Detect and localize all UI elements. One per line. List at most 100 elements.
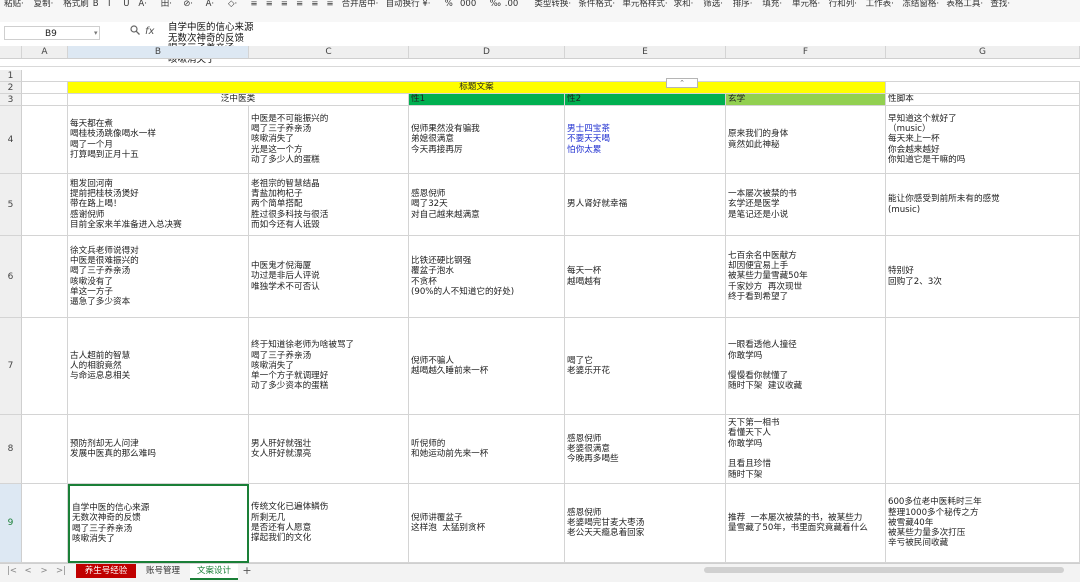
cell-b9-selected[interactable]: 自学中医的信心来源 无数次神奇的反馈 喝了三子养亲汤 咳嗽消失了 (68, 484, 249, 563)
toolbar-item[interactable]: ≡ (326, 0, 333, 11)
row-header[interactable]: 3 (0, 94, 22, 106)
cell-b6[interactable]: 徐文兵老师说得对 中医是很难振兴的 喝了三子养亲汤 咳嗽没有了 单这一方子 逼急… (68, 236, 249, 318)
category-fanzhongyi[interactable]: 泛中医类 (68, 94, 409, 106)
row-header[interactable]: 4 (0, 106, 22, 174)
cell-f8[interactable]: 天下第一相书 看懂天下人 你敢学吗 且看且珍惜 随时下架 (726, 415, 886, 484)
row-header[interactable]: 5 (0, 174, 22, 236)
cell-e8[interactable]: 感恩倪师 老婆很满意 今晚再多喝些 (565, 415, 726, 484)
cell-f9[interactable]: 推荐 一本屡次被禁的书，被某些力 量雪藏了50年，书里面究竟藏着什么 (726, 484, 886, 563)
toolbar-item[interactable]: 田· (161, 0, 172, 11)
cell-a8[interactable] (22, 415, 68, 484)
add-sheet-button[interactable]: + (240, 564, 254, 578)
column-header-g[interactable]: G (886, 46, 1080, 58)
column-header-c[interactable]: C (249, 46, 409, 58)
toolbar-item[interactable]: 单元格样式· (622, 0, 667, 11)
cell-f6[interactable]: 七百余名中医献方 却因便宜易上手 被某些力量雪藏50年 千家妙方 再次现世 终于… (726, 236, 886, 318)
cell-a2[interactable] (22, 82, 68, 94)
cell-e4[interactable]: 男士四宝茶 不要天天喝 怕你太累 (565, 106, 726, 174)
row-header[interactable]: 6 (0, 236, 22, 318)
cell-a9[interactable] (22, 484, 68, 563)
cell-c9[interactable]: 传统文化已遍体鳞伤 所剩无几 是否还有人愿意 撑起我们的文化 (249, 484, 409, 563)
cell-d7[interactable]: 倪师不骗人 越喝越久睡前来一杯 (409, 318, 565, 415)
toolbar-item[interactable]: B (93, 0, 99, 11)
select-all-corner[interactable] (0, 46, 22, 58)
toolbar-item[interactable]: 行和列· (829, 0, 857, 11)
cell-a6[interactable] (22, 236, 68, 318)
title-banner[interactable]: 标题文案 (68, 82, 886, 94)
toolbar-item[interactable]: 筛选· (703, 0, 723, 11)
category-xingjiaoben[interactable]: 性脚本 (886, 94, 1080, 106)
column-header-e[interactable]: E (565, 46, 726, 58)
toolbar-item[interactable]: ¥· (422, 0, 430, 11)
toolbar-item[interactable]: 自动换行 (386, 0, 420, 11)
toolbar-item[interactable]: ‰ (490, 0, 501, 11)
toolbar-item[interactable]: 表格工具· (946, 0, 983, 11)
toolbar-item[interactable]: 工作表· (866, 0, 894, 11)
cell-a3[interactable] (22, 94, 68, 106)
cell-b7[interactable]: 古人超前的智慧 人的相貌竟然 与命运息息相关 (68, 318, 249, 415)
magnifier-icon[interactable] (130, 25, 140, 38)
sheet-tab-wenan-active[interactable]: 文案设计 (190, 564, 238, 580)
cell-g4[interactable]: 早知道这个就好了 （music） 每天来上一杯 你会越来越好 你知道它是干嘛的吗 (886, 106, 1080, 174)
cell-f4[interactable]: 原来我们的身体 竟然如此神秘 (726, 106, 886, 174)
cell-c5[interactable]: 老祖宗的智慧结晶 青盐加枸杞子 两个简单搭配 胜过很多科技与很活 而如今还有人诋… (249, 174, 409, 236)
cell-e6[interactable]: 每天一杯 越喝越有 (565, 236, 726, 318)
cell-a5[interactable] (22, 174, 68, 236)
prev-sheet-icon[interactable]: < (22, 564, 34, 578)
toolbar-item[interactable]: 冻结窗格· (902, 0, 939, 11)
toolbar-item[interactable]: ≡ (296, 0, 303, 11)
last-sheet-icon[interactable]: >| (54, 564, 68, 578)
sheet-tab-yangsheng[interactable]: 养生号经验 (76, 564, 136, 578)
cell-f7[interactable]: 一眼看透他人撞径 你敢学吗 慢慢看你就懂了 随时下架 建议收藏 (726, 318, 886, 415)
cell-c4[interactable]: 中医是不可能振兴的 喝了三子养亲汤 咳嗽消失了 光是这一个方 动了多少人的蛋糕 (249, 106, 409, 174)
sheet-tab-zhanghao[interactable]: 账号管理 (138, 564, 188, 578)
toolbar-item[interactable]: A· (138, 0, 147, 11)
cell-g5[interactable]: 能让你感受到前所未有的感觉 (music) (886, 174, 1080, 236)
toolbar-item[interactable]: 求和· (674, 0, 694, 11)
next-sheet-icon[interactable]: > (38, 564, 50, 578)
cell-g2[interactable] (886, 82, 1080, 94)
cell-c6[interactable]: 中医鬼才倪海厦 功过是非后人评说 唯独学术不可否认 (249, 236, 409, 318)
toolbar-item[interactable]: ≡ (266, 0, 273, 11)
name-box-dropdown-icon[interactable]: ▾ (94, 29, 98, 37)
cell-g6[interactable]: 特别好 回购了2、3次 (886, 236, 1080, 318)
column-header-f[interactable]: F (726, 46, 886, 58)
fx-label[interactable]: fx (145, 26, 154, 37)
column-header-d[interactable]: D (409, 46, 565, 58)
row-header[interactable]: 2 (0, 82, 22, 94)
toolbar-item[interactable]: ⊘· (183, 0, 193, 11)
cell-a4[interactable] (22, 106, 68, 174)
toolbar-item[interactable]: 000 (460, 0, 476, 11)
toolbar-item[interactable]: 单元格· (792, 0, 820, 11)
cell-c7[interactable]: 终于知道徐老师为啥被骂了 喝了三子养亲汤 咳嗽消失了 单一个方子就调理好 动了多… (249, 318, 409, 415)
toolbar-item[interactable]: ≡ (250, 0, 257, 11)
cell-b5[interactable]: 粗发回河南 提前把桂枝汤煲好 带在路上喝！ 感谢倪师 目前全家来羊准备进入总决赛 (68, 174, 249, 236)
cell-g8[interactable] (886, 415, 1080, 484)
toolbar-item[interactable]: 查找· (990, 0, 1010, 11)
cell-e5[interactable]: 男人肾好就幸福 (565, 174, 726, 236)
toolbar-item[interactable]: I (108, 0, 111, 11)
cell-d6[interactable]: 比铁还硬比钢强 覆盆子泡水 不贪杯 (90%的人不知道它的好处) (409, 236, 565, 318)
cell-d5[interactable]: 感恩倪师 喝了32天 对自己越来越满意 (409, 174, 565, 236)
column-header-a[interactable]: A (22, 46, 68, 58)
toolbar-item[interactable]: U (123, 0, 129, 11)
cell-d8[interactable]: 听倪师的 和她运动前先来一杯 (409, 415, 565, 484)
cell-e9[interactable]: 感恩倪师 老婆喝完甘麦大枣汤 老公天天瘾息着回家 (565, 484, 726, 563)
horizontal-scrollbar[interactable] (704, 567, 1064, 573)
toolbar-item[interactable]: ≡ (281, 0, 288, 11)
column-header-b[interactable]: B (68, 46, 249, 58)
row-header[interactable]: 9 (0, 484, 22, 563)
toolbar-item[interactable]: 排序· (733, 0, 753, 11)
cell-g7[interactable] (886, 318, 1080, 415)
toolbar-item[interactable]: 格式刷 (63, 0, 89, 11)
row-header[interactable]: 1 (0, 70, 22, 82)
name-box[interactable]: B9 (4, 26, 100, 40)
cell-d4[interactable]: 倪师果然没有骗我 弟媳很满意 今天再接再厉 (409, 106, 565, 174)
cell-f5[interactable]: 一本屡次被禁的书 玄学还是医学 是笔记还是小说 (726, 174, 886, 236)
category-xing1[interactable]: 性1 (409, 94, 565, 106)
toolbar-item[interactable]: .00 (505, 0, 519, 11)
category-xuanxue[interactable]: 玄学 (726, 94, 886, 106)
toolbar-item[interactable]: 粘贴· (4, 0, 24, 11)
toolbar-item[interactable]: 类型转换· (534, 0, 571, 11)
cell-a7[interactable] (22, 318, 68, 415)
